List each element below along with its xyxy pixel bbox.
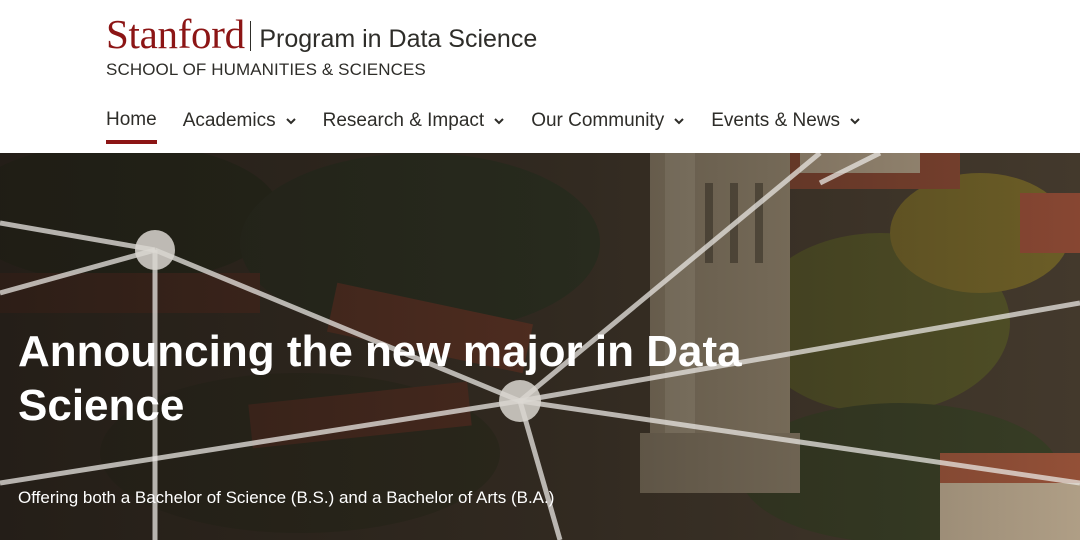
nav-item-events-news[interactable]: Events & News	[711, 106, 861, 136]
chevron-down-icon	[674, 118, 684, 125]
nav-item-label: Academics	[182, 110, 276, 131]
main-nav: Home Academics Research & Impact Our Com…	[106, 106, 887, 144]
nav-item-research-impact[interactable]: Research & Impact	[323, 106, 506, 136]
stanford-wordmark[interactable]: Stanford	[106, 14, 245, 55]
school-name[interactable]: SCHOOL OF HUMANITIES & SCIENCES	[106, 60, 537, 80]
program-name[interactable]: Program in Data Science	[259, 25, 537, 53]
site-header: Stanford Program in Data Science SCHOOL …	[0, 0, 1080, 153]
nav-item-home[interactable]: Home	[106, 106, 157, 144]
chevron-down-icon	[494, 118, 504, 125]
nav-item-our-community[interactable]: Our Community	[531, 106, 685, 136]
brand-divider	[249, 21, 252, 51]
nav-item-label: Events & News	[711, 110, 841, 131]
chevron-down-icon	[850, 118, 860, 125]
nav-item-academics[interactable]: Academics	[183, 106, 297, 136]
nav-item-label: Our Community	[531, 110, 665, 131]
nav-item-label: Home	[106, 109, 157, 130]
nav-item-label: Research & Impact	[322, 110, 485, 131]
hero-title: Announcing the new major in Data Science	[18, 327, 742, 430]
hero-subtitle: Offering both a Bachelor of Science (B.S…	[18, 488, 555, 507]
chevron-down-icon	[285, 118, 296, 125]
hero-banner: Announcing the new major in Data Science…	[0, 153, 1080, 540]
brand-block[interactable]: Stanford Program in Data Science SCHOOL …	[106, 14, 537, 80]
